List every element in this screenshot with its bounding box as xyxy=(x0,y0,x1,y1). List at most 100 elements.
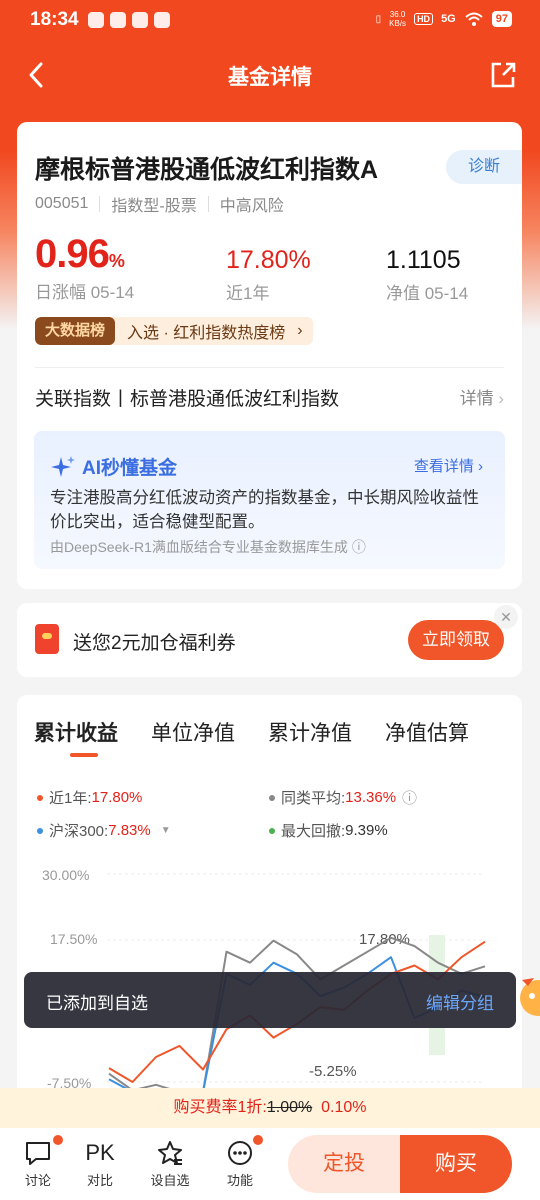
chart-card: 累计收益 单位净值 累计净值 净值估算 近1年: 17.80% 同类平均: 13.3… xyxy=(17,695,522,1115)
legend-drawdown: 最大回撤: 9.39% xyxy=(269,820,388,841)
daily-change-unit: % xyxy=(108,251,125,271)
fee-prefix: 购买费率1折: xyxy=(173,1099,267,1116)
legend-fund-value: 17.80% xyxy=(91,789,143,806)
mascot-icon[interactable] xyxy=(512,972,540,1028)
compare-button[interactable]: PK 对比 xyxy=(75,1138,125,1189)
notification-icons xyxy=(88,12,170,28)
notification-dot xyxy=(253,1135,263,1145)
notification-dot xyxy=(53,1135,63,1145)
related-index-detail: 详情 › xyxy=(460,384,504,409)
ai-more-link[interactable]: 查看详情 › xyxy=(414,455,483,476)
buy-button[interactable]: 购买 xyxy=(400,1135,512,1193)
app-notification-icon xyxy=(88,12,104,28)
net-speed-value: 36.0 xyxy=(389,10,406,19)
divider xyxy=(99,196,101,212)
legend-fund-label: 近1年: xyxy=(49,790,92,807)
legend-peer-label: 同类平均: xyxy=(281,790,346,807)
nav-bar: 基金详情 xyxy=(0,48,540,100)
ai-source-text: 由DeepSeek-R1满血版结合专业基金数据库生成 xyxy=(50,539,348,555)
divider xyxy=(207,196,209,212)
add-watchlist-button[interactable]: 设自选 xyxy=(145,1138,195,1189)
daily-change-value: 0.96 xyxy=(35,232,110,276)
red-envelope-icon xyxy=(35,624,59,654)
functions-label: 功能 xyxy=(226,1173,253,1188)
watchlist-label: 设自选 xyxy=(150,1173,190,1188)
related-index-row[interactable]: 关联指数丨标普港股通低波红利指数 详情 › xyxy=(35,384,504,411)
fund-name: 摩根标普港股通低波红利指数A xyxy=(35,156,379,184)
legend-index-value: 7.83% xyxy=(108,822,151,839)
annotation-min: -5.25% xyxy=(309,1063,357,1080)
related-detail-text: 详情 xyxy=(459,389,494,408)
status-time: 18:34 xyxy=(30,9,79,30)
chart-tabs: 累计收益 单位净值 累计净值 净值估算 xyxy=(34,717,522,757)
fund-risk: 中高风险 xyxy=(219,198,284,215)
coupon-card: 送您2元加仓福利券 立即领取 ✕ xyxy=(17,603,522,677)
divider xyxy=(35,367,504,368)
ai-summary-box: AI秒懂基金 查看详情 › 专注港股高分红低波动资产的指数基金，中长期风险收益性… xyxy=(34,431,505,569)
nav-value: 1.1105 xyxy=(386,246,461,274)
status-indicators: ▯ 36.0 KB/s HD 5G 97 xyxy=(376,10,512,28)
y-tick-label: 17.50% xyxy=(50,931,97,947)
related-index-label: 关联指数丨标普港股通低波红利指数 xyxy=(35,389,340,410)
tab-unit-nav[interactable]: 单位净值 xyxy=(151,717,235,747)
claim-coupon-button[interactable]: 立即领取 xyxy=(408,620,504,660)
app-notification-icon xyxy=(132,12,148,28)
legend-peer-value: 13.36% xyxy=(345,789,397,806)
discuss-label: 讨论 xyxy=(24,1173,51,1188)
annotation-max: 17.80% xyxy=(359,931,410,948)
comment-icon xyxy=(13,1135,63,1168)
ai-source: 由DeepSeek-R1满血版结合专业基金数据库生成 ⓘ xyxy=(50,537,366,557)
discuss-button[interactable]: 讨论 xyxy=(13,1135,63,1189)
chevron-right-icon: › xyxy=(297,322,303,339)
ai-body: 专注港股高分红低波动资产的指数基金，中长期风险收益性价比突出，适合稳健型配置。 xyxy=(50,489,479,531)
fund-info-card: 摩根标普港股通低波红利指数A 诊断 005051 指数型-股票 中高风险 0.9… xyxy=(17,122,522,589)
dropdown-icon: ▼ xyxy=(160,825,171,836)
app-notification-icon xyxy=(110,12,126,28)
functions-button[interactable]: 功能 xyxy=(215,1135,265,1189)
star-icon xyxy=(145,1138,195,1168)
signal-5g: 5G xyxy=(441,13,456,25)
app-notification-icon xyxy=(154,12,170,28)
more-icon xyxy=(215,1135,265,1168)
coupon-text: 送您2元加仓福利券 xyxy=(73,633,236,654)
rank-badge: 大数据榜 xyxy=(35,317,116,345)
y-tick-label: 30.00% xyxy=(42,867,89,883)
pk-icon: PK xyxy=(85,1140,115,1165)
chevron-right-icon: › xyxy=(498,389,504,408)
fund-code: 005051 xyxy=(35,195,89,212)
info-icon[interactable]: ⓘ xyxy=(352,539,366,555)
info-icon[interactable]: ⓘ xyxy=(402,787,417,808)
diagnose-button[interactable]: 诊断 xyxy=(446,150,522,184)
auto-invest-button[interactable]: 定投 xyxy=(288,1135,400,1193)
fee-bar: 购买费率1折:1.00% 0.10% xyxy=(0,1088,540,1128)
wifi-icon xyxy=(465,12,483,26)
legend-peer: 同类平均: 13.36% ⓘ xyxy=(269,787,417,808)
fee-old: 1.00% xyxy=(266,1099,313,1116)
tab-cumulative-nav[interactable]: 累计净值 xyxy=(268,717,352,747)
year-return-label: 近1年 xyxy=(226,284,270,303)
tab-cumulative-return[interactable]: 累计收益 xyxy=(34,717,118,757)
ai-title-text: AI秒懂基金 xyxy=(82,458,178,479)
ai-title: AI秒懂基金 xyxy=(50,453,177,480)
tab-nav-estimate[interactable]: 净值估算 xyxy=(385,717,469,747)
fee-new: 0.10% xyxy=(321,1099,367,1116)
net-speed: 36.0 KB/s xyxy=(389,10,406,28)
year-return-stat: 17.80% 近1年 xyxy=(226,246,311,304)
rank-tag[interactable]: 大数据榜 入选 · 红利指数热度榜 › xyxy=(35,317,313,345)
net-speed-unit: KB/s xyxy=(389,19,407,28)
legend-fund: 近1年: 17.80% xyxy=(37,787,142,808)
share-icon[interactable] xyxy=(488,60,518,90)
legend-drawdown-value: 9.39% xyxy=(345,822,388,839)
legend-index[interactable]: 沪深300: 7.83% ▼ xyxy=(37,820,171,841)
nav-label: 净值 05-14 xyxy=(386,284,469,303)
legend-dot xyxy=(269,794,275,801)
nav-stat: 1.1105 净值 05-14 xyxy=(386,246,468,304)
vibrate-icon: ▯ xyxy=(375,13,382,25)
status-bar: 18:34 ▯ 36.0 KB/s HD 5G 97 xyxy=(0,0,540,40)
edit-group-link[interactable]: 编辑分组 xyxy=(426,989,494,1014)
year-return-value: 17.80% xyxy=(226,246,311,274)
legend-dot xyxy=(37,827,43,834)
close-icon[interactable]: ✕ xyxy=(494,605,518,629)
page-title: 基金详情 xyxy=(228,66,312,89)
legend-dot xyxy=(269,827,275,834)
